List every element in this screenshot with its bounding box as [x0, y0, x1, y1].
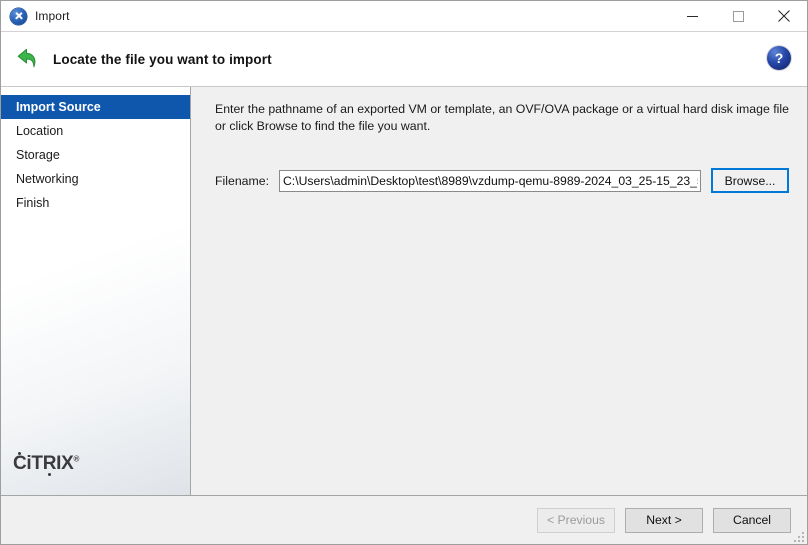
wizard-footer: < Previous Next > Cancel [1, 495, 807, 544]
import-wizard-window: Import [0, 0, 808, 545]
next-button[interactable]: Next > [625, 508, 703, 533]
help-button[interactable]: ? [767, 46, 793, 72]
browse-button[interactable]: Browse... [711, 168, 789, 193]
sidebar-item-location[interactable]: Location [1, 119, 190, 143]
wizard-header: Locate the file you want to import ? [1, 32, 807, 87]
close-button[interactable] [761, 1, 807, 31]
citrix-dot-lower [48, 473, 51, 476]
cancel-button[interactable]: Cancel [713, 508, 791, 533]
title-bar-left: Import [1, 1, 669, 31]
sidebar-item-storage[interactable]: Storage [1, 143, 190, 167]
window-title: Import [35, 9, 70, 23]
citrix-wordmark: CiTRIX [13, 453, 73, 474]
minimize-button[interactable] [669, 1, 715, 31]
minimize-icon [687, 11, 698, 22]
green-back-arrow-icon [13, 46, 41, 72]
citrix-logo: CiTRIX® [1, 453, 79, 475]
back-button[interactable] [1, 46, 53, 72]
window-controls [669, 1, 807, 31]
maximize-icon [733, 11, 744, 22]
close-icon [778, 10, 790, 22]
page-title: Locate the file you want to import [53, 52, 272, 67]
citrix-trademark: ® [73, 455, 79, 464]
previous-button[interactable]: < Previous [537, 508, 615, 533]
wizard-steps-sidebar: Import Source Location Storage Networkin… [1, 87, 191, 495]
sidebar-item-networking[interactable]: Networking [1, 167, 190, 191]
xencenter-x-icon [10, 8, 27, 25]
maximize-button[interactable] [715, 1, 761, 31]
sidebar-item-import-source[interactable]: Import Source [1, 95, 190, 119]
filename-row: Filename: Browse... [215, 168, 791, 193]
sidebar-item-finish[interactable]: Finish [1, 191, 190, 215]
title-bar: Import [1, 1, 807, 31]
instruction-text: Enter the pathname of an exported VM or … [215, 101, 791, 134]
resize-grip[interactable] [792, 530, 804, 542]
import-source-panel: Enter the pathname of an exported VM or … [191, 87, 807, 495]
filename-label: Filename: [215, 174, 269, 188]
filename-input[interactable] [279, 170, 701, 192]
wizard-body: Import Source Location Storage Networkin… [1, 87, 807, 495]
question-mark-icon: ? [767, 46, 791, 70]
